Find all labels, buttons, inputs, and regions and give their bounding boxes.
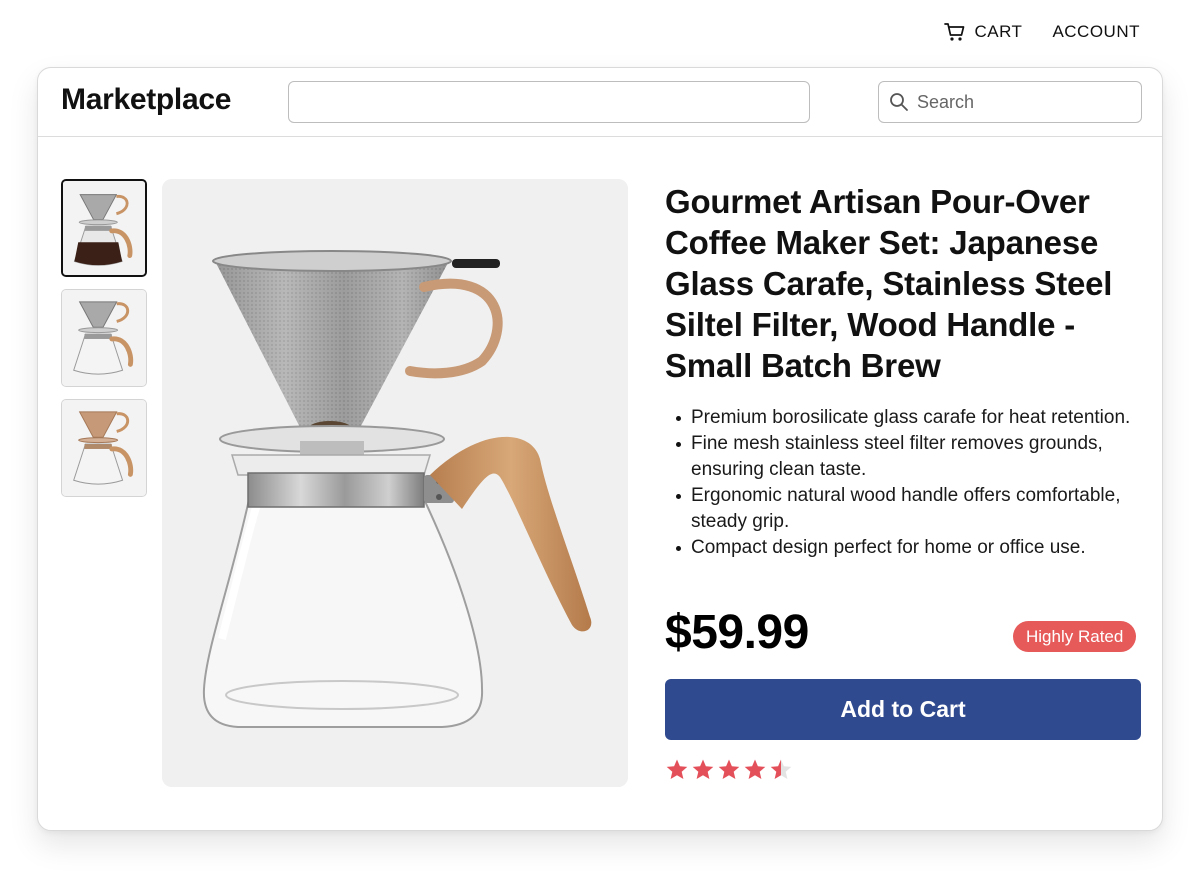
- star-full-icon: [744, 759, 766, 779]
- search-input[interactable]: [917, 91, 1117, 113]
- product-price: $59.99: [665, 606, 809, 659]
- product-card: Marketplace Search Gourmet Artisan Pour-…: [37, 67, 1163, 831]
- account-label: ACCOUNT: [1052, 22, 1140, 41]
- shopping-cart-icon: [944, 23, 965, 41]
- product-title: Gourmet Artisan Pour-Over Coffee Maker S…: [665, 183, 1113, 384]
- feature-list: Premium borosilicate glass carafe for he…: [665, 405, 1145, 561]
- star-half-icon: [770, 759, 792, 779]
- star-full-icon: [692, 759, 714, 779]
- top-nav: CART ACCOUNT: [944, 22, 1140, 42]
- ceramic-dripper-thumbnail-image: [62, 400, 146, 496]
- cart-label: CART: [974, 22, 1023, 41]
- account-link[interactable]: ACCOUNT: [1052, 22, 1140, 42]
- star-rating: [665, 758, 793, 782]
- star-full-icon: [666, 759, 688, 779]
- feature-item: Premium borosilicate glass carafe for he…: [665, 405, 1145, 431]
- main-product-image[interactable]: [162, 179, 628, 787]
- search-box[interactable]: [878, 81, 1142, 123]
- marketplace-header: Marketplace: [38, 68, 1162, 137]
- feature-item: Ergonomic natural wood handle offers com…: [665, 483, 1145, 535]
- pour-over-coffee-maker-image: [162, 179, 628, 787]
- thumbnail-3[interactable]: [61, 399, 147, 497]
- highly-rated-badge: Highly Rated: [1013, 621, 1137, 652]
- thumbnail-1[interactable]: [61, 179, 147, 277]
- feature-item: Fine mesh stainless steel filter removes…: [665, 431, 1145, 483]
- feature-item: Compact design perfect for home or offic…: [665, 535, 1145, 561]
- pour-over-thumbnail-image: [63, 181, 145, 275]
- star-full-icon: [718, 759, 740, 779]
- thumbnail-2[interactable]: [61, 289, 147, 387]
- add-to-cart-button[interactable]: Add to Cart: [665, 679, 1141, 740]
- brand-logo-text[interactable]: Marketplace: [61, 83, 231, 117]
- pour-over-thumbnail-image: [62, 290, 146, 386]
- search-icon: [890, 93, 908, 111]
- wide-text-input[interactable]: [288, 81, 810, 123]
- cart-link[interactable]: CART: [944, 22, 1022, 42]
